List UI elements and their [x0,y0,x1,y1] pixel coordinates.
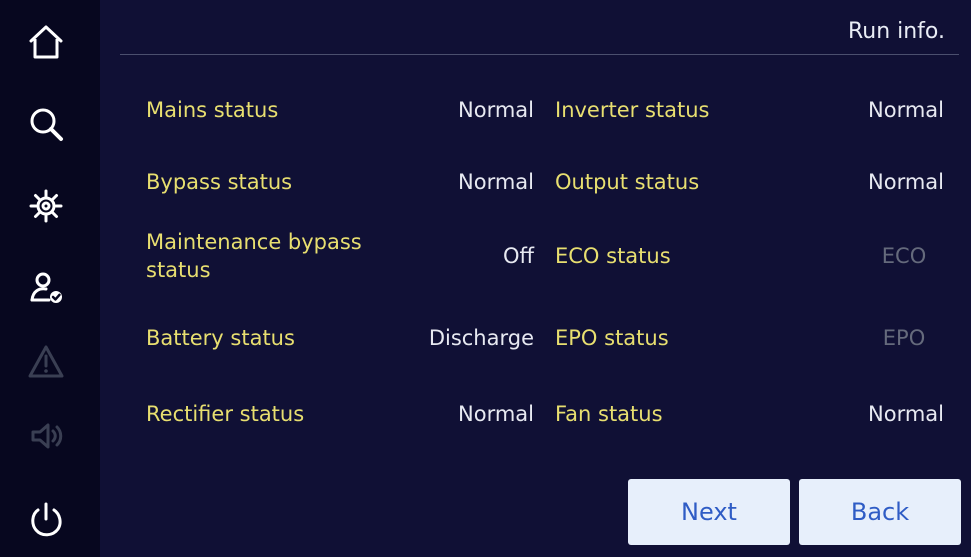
epo-status-value: EPO [882,326,926,350]
ups-run-info-screen: Run info. Mains status Normal Inverter s… [0,0,971,557]
epo-status-label: EPO status [555,326,669,350]
speaker-icon [22,412,70,460]
status-row: Maintenance bypass status Off ECO status… [146,220,954,292]
status-row: Mains status Normal Inverter status Norm… [146,74,954,146]
search-icon[interactable] [22,100,70,148]
left-sidebar [0,0,100,557]
gear-icon[interactable] [22,182,70,230]
battery-status-label: Battery status [146,326,295,350]
inverter-status-value: Normal [868,98,944,122]
eco-status-value: ECO [881,244,927,268]
page-title: Run info. [847,19,945,44]
fan-status-label: Fan status [555,402,663,426]
battery-status-value: Discharge [428,326,534,350]
next-button[interactable]: Next [628,479,790,545]
rectifier-status-value: Normal [458,402,534,426]
maintenance-bypass-status-label: Maintenance bypass status [146,230,362,282]
inverter-status-label: Inverter status [555,98,710,122]
header-divider [120,54,959,55]
bypass-status-label: Bypass status [146,170,293,194]
mains-status-value: Normal [458,98,534,122]
output-status-value: Normal [868,170,944,194]
status-row: Battery status Discharge EPO status EPO [146,302,954,374]
bypass-status-value: Normal [458,170,534,194]
status-row: Bypass status Normal Output status Norma… [146,146,954,218]
power-icon[interactable] [22,496,70,544]
mains-status-label: Mains status [146,98,279,122]
maintenance-bypass-status-value: Off [503,244,534,268]
warning-icon [22,338,70,386]
back-button[interactable]: Back [799,479,961,545]
status-row: Rectifier status Normal Fan status Norma… [146,378,954,450]
fan-status-value: Normal [868,402,944,426]
home-icon[interactable] [22,18,70,66]
rectifier-status-label: Rectifier status [146,402,305,426]
user-icon[interactable] [22,264,70,312]
output-status-label: Output status [555,170,700,194]
status-grid: Mains status Normal Inverter status Norm… [146,74,954,444]
eco-status-label: ECO status [555,244,671,268]
